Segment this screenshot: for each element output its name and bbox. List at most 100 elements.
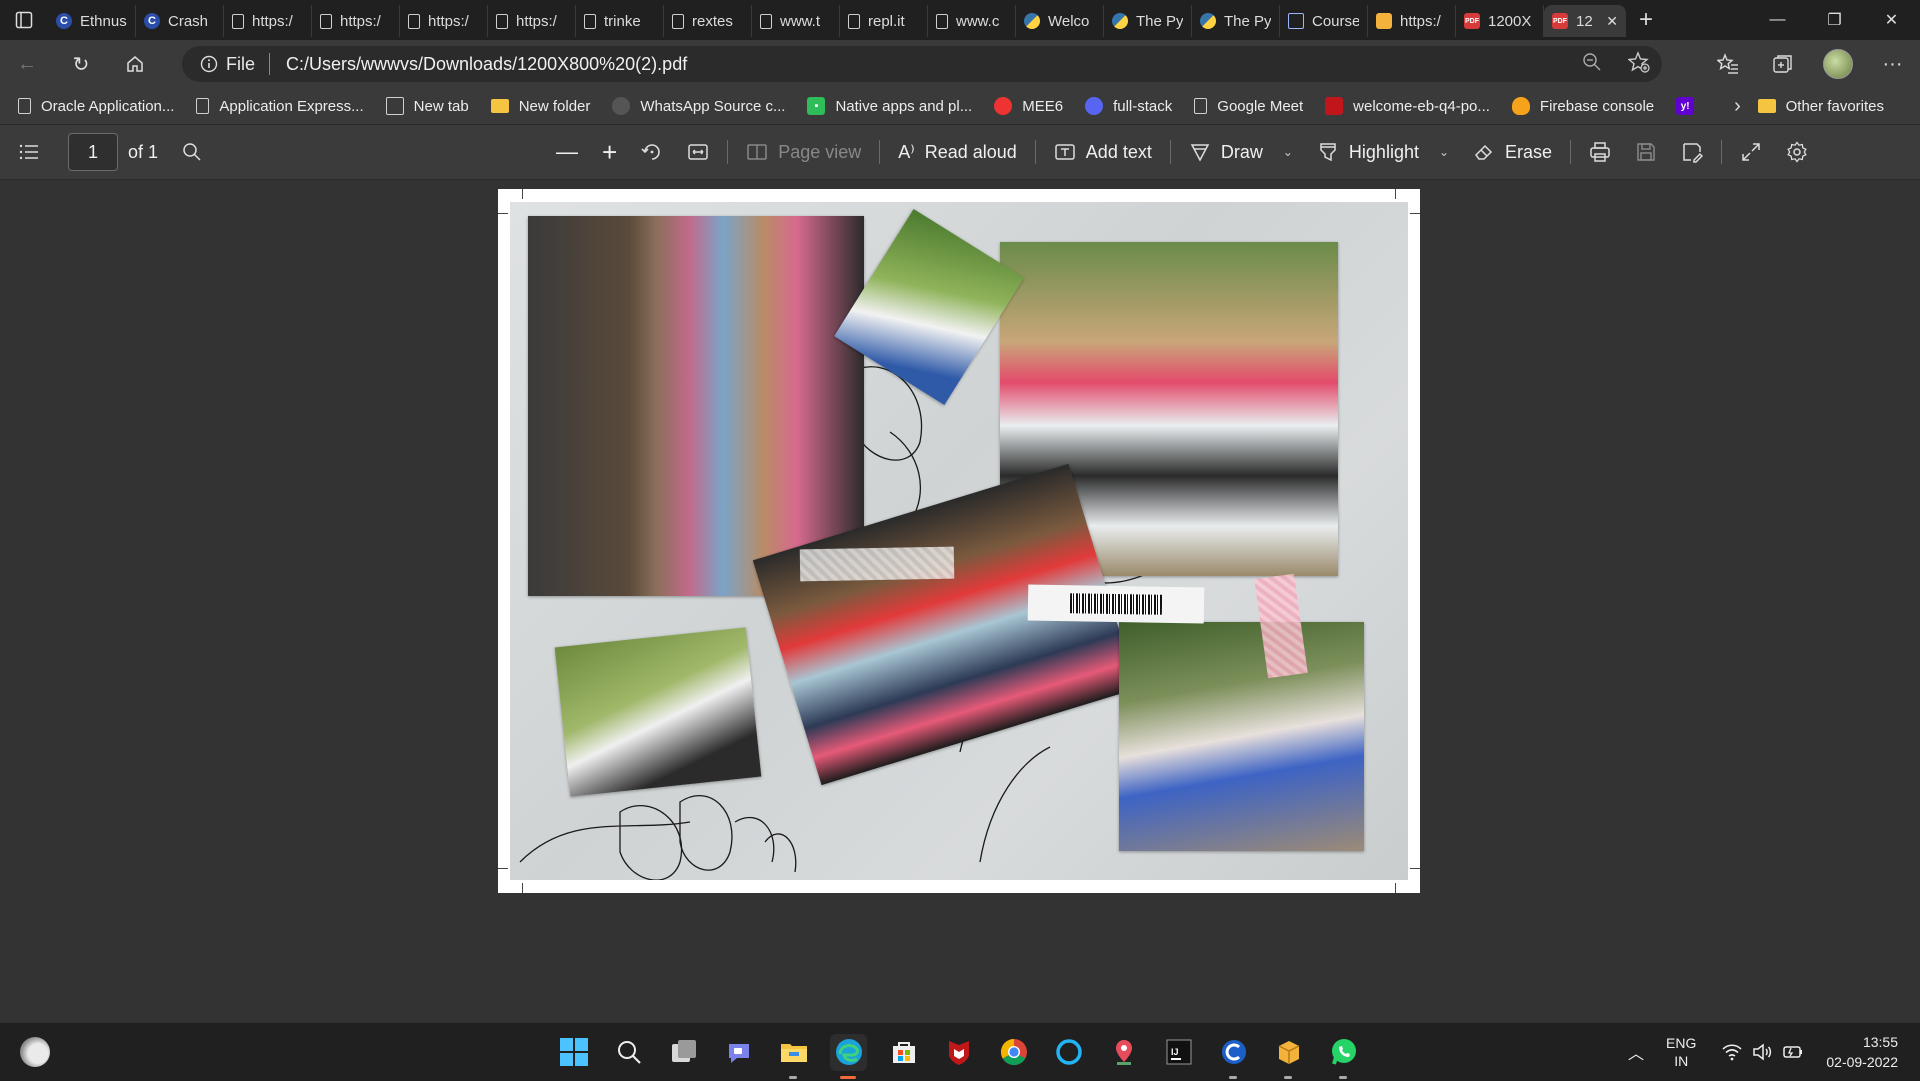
cortana-button[interactable] [1050,1034,1087,1071]
bookmark-new-tab[interactable]: New tab [385,97,469,115]
close-tab-icon[interactable]: ✕ [1606,13,1618,30]
bookmark-full-stack[interactable]: full-stack [1085,97,1172,115]
bookmark-application-express[interactable]: Application Express... [196,98,364,115]
minimize-button[interactable]: — [1749,0,1806,40]
bookmark-mee6[interactable]: MEE6 [994,97,1063,115]
page-icon [672,13,684,29]
tab-ethnus[interactable]: C Ethnus [48,5,136,37]
tab-actions-button[interactable] [0,0,48,40]
zoom-in-button[interactable]: + [590,124,629,180]
tab-trinket[interactable]: trinke [576,5,664,37]
package-app-button[interactable] [1270,1034,1307,1079]
settings-more-button[interactable]: ··· [1865,40,1920,88]
tab-https-1[interactable]: https:/ [224,5,312,37]
bookmark-google-meet[interactable]: Google Meet [1194,98,1303,115]
windows-logo-icon [559,1038,588,1066]
pdf-settings-button[interactable] [1774,124,1820,180]
tab-www-t[interactable]: www.t [752,5,840,37]
erase-button[interactable]: Erase [1461,124,1564,180]
new-tab-button[interactable]: + [1626,0,1666,40]
tab-www-c[interactable]: www.c [928,5,1016,37]
close-window-button[interactable]: ✕ [1863,0,1920,40]
profile-button[interactable] [1810,40,1865,88]
find-button[interactable] [170,124,214,180]
favorites-button[interactable] [1700,40,1755,88]
tab-the-python-2[interactable]: The Py [1192,5,1280,37]
tab-crash[interactable]: C Crash [136,5,224,37]
zoom-out-icon[interactable] [1582,52,1602,77]
tab-course[interactable]: Course [1280,5,1368,37]
restore-button[interactable]: ❐ [1806,0,1863,40]
tab-rextester[interactable]: rextes [664,5,752,37]
page-view-button[interactable]: Page view [734,124,873,180]
collections-button[interactable] [1755,40,1810,88]
draw-button[interactable]: Draw ⌄ [1177,124,1305,180]
taskbar-search-button[interactable] [610,1034,647,1071]
bookmark-new-folder[interactable]: New folder [490,98,590,115]
start-button[interactable] [555,1034,592,1071]
save-button[interactable] [1623,124,1669,180]
rotate-button[interactable] [629,124,675,180]
tab-pdf-1[interactable]: PDF 1200X [1456,5,1544,37]
store-icon [892,1042,915,1063]
refresh-button[interactable]: ↻ [54,40,108,88]
table-of-contents-button[interactable] [0,124,52,180]
tray-status-icons[interactable] [1722,1043,1804,1061]
file-explorer-button[interactable] [775,1034,812,1079]
tab-https-2[interactable]: https:/ [312,5,400,37]
whatsapp-button[interactable] [1325,1034,1362,1079]
address-bar[interactable]: File C:/Users/wwwvs/Downloads/1200X800%2… [182,46,1662,82]
fit-to-width-button[interactable] [675,124,721,180]
save-as-button[interactable] [1669,124,1715,180]
other-favorites[interactable]: Other favorites [1757,98,1884,115]
bookmark-yahoo[interactable]: y! [1676,97,1695,115]
edge-browser-button[interactable] [830,1033,867,1079]
chrome-button[interactable] [995,1034,1032,1071]
chevron-down-icon[interactable]: ⌄ [1283,145,1293,159]
bookmark-firebase-console[interactable]: Firebase console [1511,97,1654,115]
tab-replit[interactable]: repl.it [840,5,928,37]
teams-chat-button[interactable] [720,1034,757,1071]
tab-https-5[interactable]: https:/ [1368,5,1456,37]
mcafee-button[interactable] [940,1034,977,1071]
weather-widget-icon[interactable] [20,1037,50,1067]
chevron-down-icon[interactable]: ⌄ [1439,145,1449,159]
window-controls: — ❐ ✕ [1749,0,1920,40]
zoom-out-button[interactable]: — [544,124,590,180]
course-icon [1288,13,1304,29]
codechef-c-button[interactable] [1215,1034,1252,1079]
jetbrains-button[interactable]: IJ [1160,1034,1197,1071]
tab-the-python-1[interactable]: The Py [1104,5,1192,37]
tab-label: Course [1312,12,1359,30]
microsoft-store-button[interactable] [885,1034,922,1071]
tab-pdf-active[interactable]: PDF 12 ✕ [1544,5,1626,37]
add-favorite-icon[interactable] [1627,50,1650,78]
fullscreen-button[interactable] [1728,124,1774,180]
more-bookmarks-chevron-icon[interactable]: › [1734,95,1741,118]
maps-button[interactable] [1105,1034,1142,1071]
tab-https-4[interactable]: https:/ [488,5,576,37]
show-hidden-icons-chevron-icon[interactable]: ︿ [1628,1040,1644,1064]
running-indicator-active [840,1075,856,1079]
read-aloud-button[interactable]: A⁾ Read aloud [886,124,1029,180]
back-arrow-icon: ← [17,52,37,75]
input-language-indicator[interactable]: ENG IN [1666,1034,1696,1070]
add-text-button[interactable]: Add text [1042,124,1164,180]
page-number-input[interactable]: 1 [68,133,118,171]
bookmark-oracle-application[interactable]: Oracle Application... [18,98,174,115]
tab-https-3[interactable]: https:/ [400,5,488,37]
back-button[interactable]: ← [0,40,54,88]
clock[interactable]: 13:55 02-09-2022 [1826,1032,1898,1072]
print-button[interactable] [1577,124,1623,180]
url-text[interactable]: C:/Users/wwwvs/Downloads/1200X800%20(2).… [270,54,687,75]
tab-welcome[interactable]: Welco [1016,5,1104,37]
site-info-button[interactable]: File [200,53,271,75]
bookmark-native-apps[interactable]: ▪ Native apps and pl... [807,97,972,115]
bookmark-whatsapp-source[interactable]: WhatsApp Source c... [612,97,785,115]
pdf-document-area[interactable] [0,180,1920,1022]
home-button[interactable] [108,40,162,88]
chrome-icon [1000,1038,1027,1066]
highlight-button[interactable]: Highlight ⌄ [1305,124,1461,180]
task-view-button[interactable] [665,1034,702,1071]
bookmark-welcome-eb[interactable]: welcome-eb-q4-po... [1325,97,1490,115]
